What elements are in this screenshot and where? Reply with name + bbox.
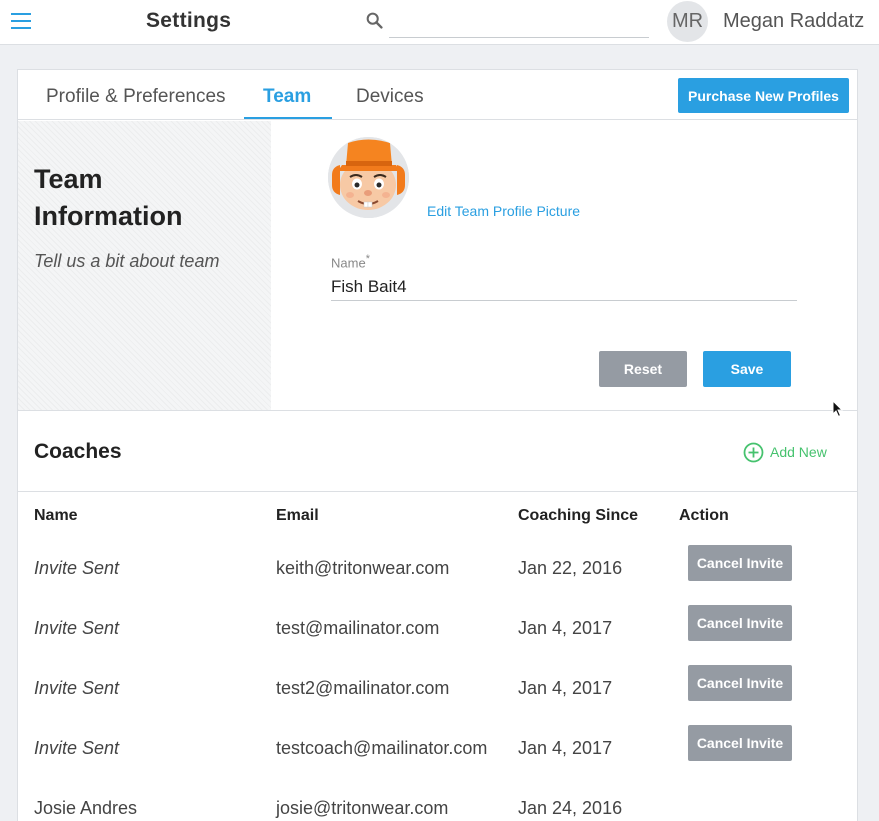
coaching-since: Jan 22, 2016	[518, 558, 623, 578]
coach-email: josie@tritonwear.com	[276, 798, 449, 818]
column-header-coaching-since[interactable]: Coaching Since	[518, 507, 638, 525]
tab-devices[interactable]: Devices	[356, 86, 424, 108]
team-name-field[interactable]	[331, 274, 797, 301]
name-field-label: Name*	[331, 253, 370, 270]
divider	[18, 410, 857, 411]
divider	[18, 491, 857, 492]
hamburger-menu-icon[interactable]	[11, 13, 31, 29]
team-info-heading: Team Information	[34, 164, 183, 231]
coaching-since: Jan 4, 2017	[518, 618, 613, 638]
search-icon[interactable]	[364, 10, 386, 32]
user-name[interactable]: Megan Raddatz	[723, 10, 864, 33]
reset-button[interactable]: Reset	[599, 351, 687, 387]
coaching-since: Jan 4, 2017	[518, 678, 613, 698]
coach-name: Invite Sent	[34, 738, 120, 758]
settings-card: Profile & Preferences Team Devices Purch…	[17, 69, 858, 821]
coach-email: testcoach@mailinator.com	[276, 738, 488, 758]
team-profile-picture[interactable]	[328, 137, 409, 218]
coach-name: Invite Sent	[34, 558, 120, 578]
cancel-invite-button[interactable]: Cancel Invite	[688, 545, 792, 581]
coach-name: Invite Sent	[34, 618, 120, 638]
save-button[interactable]: Save	[703, 351, 791, 387]
edit-team-picture-link[interactable]: Edit Team Profile Picture	[427, 203, 580, 219]
search-input[interactable]	[389, 6, 649, 38]
settings-tabs: Profile & Preferences Team Devices Purch…	[18, 70, 857, 120]
coaches-heading: Coaches	[34, 440, 122, 463]
name-label-text: Name	[331, 255, 366, 271]
cancel-invite-button[interactable]: Cancel Invite	[688, 605, 792, 641]
page-title: Settings	[146, 9, 232, 32]
add-new-label: Add New	[770, 444, 827, 460]
column-header-name[interactable]: Name	[34, 507, 78, 525]
avatar[interactable]: MR	[667, 1, 708, 42]
purchase-new-profiles-button[interactable]: Purchase New Profiles	[678, 78, 849, 113]
add-new-coach-button[interactable]: Add New	[743, 441, 827, 463]
coaching-since: Jan 4, 2017	[518, 738, 613, 758]
active-tab-indicator	[244, 117, 332, 119]
tab-profile-preferences[interactable]: Profile & Preferences	[46, 86, 226, 108]
top-bar: Settings MR Megan Raddatz	[0, 0, 879, 45]
cancel-invite-button[interactable]: Cancel Invite	[688, 725, 792, 761]
column-header-email[interactable]: Email	[276, 507, 319, 525]
coach-email: test2@mailinator.com	[276, 678, 450, 698]
cancel-invite-button[interactable]: Cancel Invite	[688, 665, 792, 701]
cartoon-avatar-icon	[328, 137, 409, 218]
mouse-cursor-icon	[832, 400, 844, 418]
coach-name: Josie Andres	[34, 798, 138, 818]
coach-email: test@mailinator.com	[276, 618, 440, 638]
required-marker: *	[365, 253, 370, 265]
plus-circle-icon	[743, 442, 764, 462]
column-header-action: Action	[679, 507, 729, 524]
coach-name: Invite Sent	[34, 678, 120, 698]
team-info-side-panel: Team Information Tell us a bit about tea…	[18, 121, 271, 410]
coaching-since: Jan 24, 2016	[518, 798, 623, 818]
tab-team[interactable]: Team	[263, 86, 311, 108]
team-info-subtitle: Tell us a bit about team	[34, 251, 220, 271]
coach-email: keith@tritonwear.com	[276, 558, 450, 578]
